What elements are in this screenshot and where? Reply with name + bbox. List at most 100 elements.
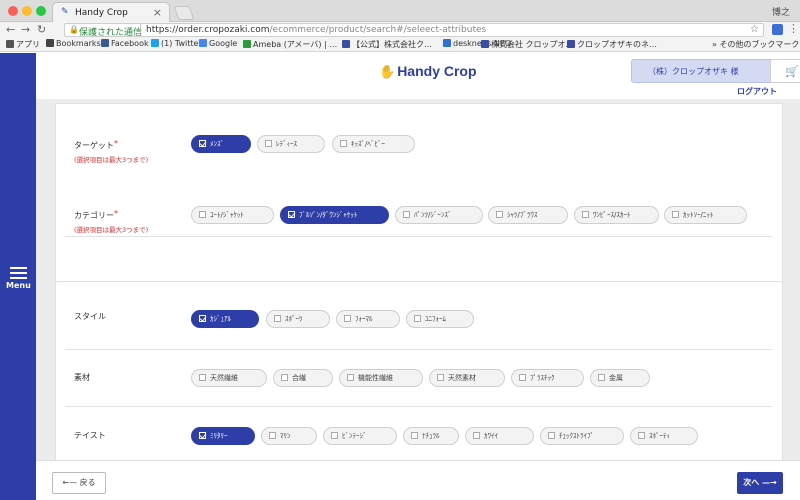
taste-option-chip[interactable]: ﾁｪｯｸｽﾄﾗｲﾌﾟ	[540, 427, 624, 445]
close-window-button[interactable]	[8, 6, 18, 16]
bookmark-item[interactable]: 【公式】株式会社ク…	[342, 39, 432, 50]
material-option-chip[interactable]: ﾌﾟﾗｽﾁｯｸ	[511, 369, 584, 387]
url-text[interactable]: https://order.cropozaki.com/ecommerce/pr…	[146, 25, 486, 35]
material-option-chip[interactable]: 機能性繊維	[339, 369, 423, 387]
logout-link[interactable]: ログアウト	[737, 86, 777, 97]
material-option-chip[interactable]: 合繊	[273, 369, 333, 387]
material-option-chip[interactable]: 天然繊維	[191, 369, 267, 387]
style-label: スタイル	[74, 312, 106, 321]
taste-option-chip[interactable]: ﾅﾁｭﾗﾙ	[403, 427, 459, 445]
checkbox-icon[interactable]	[199, 211, 206, 218]
other-bookmarks[interactable]: » その他のブックマーク	[712, 39, 799, 50]
material-option-chip[interactable]: 金属	[590, 369, 650, 387]
extension-icon[interactable]	[772, 24, 783, 35]
required-mark: *	[114, 139, 118, 148]
bookmark-item[interactable]: Google	[199, 39, 237, 48]
back-arrow-icon[interactable]: ←	[6, 23, 15, 36]
category-option-label: ｶｯﾄｿｰ/ﾆｯﾄ	[683, 211, 714, 219]
maximize-window-button[interactable]	[36, 6, 46, 16]
bookmark-label: Google	[209, 39, 238, 48]
browser-tab[interactable]: ✎ Handy Crop ×	[52, 2, 170, 22]
checkbox-icon[interactable]	[403, 211, 410, 218]
bookmark-star-icon[interactable]: ☆	[750, 24, 759, 35]
checkbox-icon[interactable]	[340, 140, 347, 147]
minimize-window-button[interactable]	[22, 6, 32, 16]
checkbox-icon[interactable]	[496, 211, 503, 218]
company-name-pill[interactable]: （株）クロップオザキ 様	[631, 59, 771, 83]
category-option-chip[interactable]: ﾊﾟﾝﾂ/ｼﾞｰﾝｽﾞ	[395, 206, 483, 224]
browser-user-name[interactable]: 博之	[772, 5, 790, 18]
bookmark-item[interactable]: (1) Twitter	[151, 39, 202, 48]
bookmark-item[interactable]: Facebook	[101, 39, 149, 48]
browser-menu-icon[interactable]: ⋮	[788, 22, 799, 35]
material-option-label: ﾌﾟﾗｽﾁｯｸ	[530, 374, 555, 382]
checkbox-icon[interactable]	[672, 211, 679, 218]
taste-option-chip[interactable]: ﾐﾘﾀﾘｰ	[191, 427, 255, 445]
checkbox-icon[interactable]	[598, 374, 605, 381]
next-button[interactable]: 次へ —→	[737, 472, 783, 494]
checkbox-icon[interactable]	[473, 432, 480, 439]
target-option-chip[interactable]: ﾚﾃﾞｨｰｽ	[257, 135, 325, 153]
bookmark-item[interactable]: 株式会社 クロップオ…	[481, 39, 574, 50]
checkbox-icon[interactable]	[437, 374, 444, 381]
back-button[interactable]: ←— 戻る	[52, 472, 106, 494]
tab-close-icon[interactable]: ×	[153, 6, 162, 19]
taste-option-chip[interactable]: ﾋﾞﾝﾃｰｼﾞ	[323, 427, 397, 445]
checkbox-icon[interactable]	[199, 374, 206, 381]
bookmark-item[interactable]: Bookmarks	[46, 39, 101, 48]
checkbox-icon[interactable]	[269, 432, 276, 439]
taste-option-chip[interactable]: ｽﾎﾟｰﾃｨ	[630, 427, 698, 445]
divider	[65, 349, 772, 350]
reload-icon[interactable]: ↻	[37, 23, 46, 36]
menu-label[interactable]: Menu	[6, 281, 31, 290]
forward-arrow-icon[interactable]: →	[21, 23, 30, 36]
category-option-chip[interactable]: ｼｬﾂ/ﾌﾞﾗｳｽ	[488, 206, 568, 224]
back-arrow-icon: ←—	[62, 478, 80, 487]
checkbox-icon[interactable]	[582, 211, 589, 218]
logo-text: Handy Crop	[397, 63, 477, 79]
checkbox-icon[interactable]	[519, 374, 526, 381]
taste-option-chip[interactable]: ｶﾜｲｲ	[465, 427, 534, 445]
checkbox-icon[interactable]	[411, 432, 418, 439]
checkbox-icon[interactable]	[199, 140, 206, 147]
taste-option-chip[interactable]: ﾏﾘﾝ	[261, 427, 317, 445]
style-option-chip[interactable]: ﾕﾆﾌｫｰﾑ	[406, 310, 474, 328]
checkbox-icon[interactable]	[281, 374, 288, 381]
site-logo[interactable]: ✋ Handy Crop	[379, 63, 477, 80]
address-bar[interactable]: 🔒 保護された通信 | https://order.cropozaki.com/…	[64, 23, 764, 38]
checkbox-icon[interactable]	[347, 374, 354, 381]
bookmarks-bar: » その他のブックマーク アプリ Bookmarks Facebook (1) Twi…	[0, 38, 800, 52]
target-label: ターゲット*	[74, 139, 118, 151]
style-option-chip[interactable]: ﾌｫｰﾏﾙ	[336, 310, 400, 328]
material-option-label: 金属	[609, 374, 623, 382]
category-option-chip[interactable]: ﾜﾝﾋﾟｰｽ/ｽｶｰﾄ	[574, 206, 659, 224]
company-name: （株）クロップオザキ 様	[648, 67, 739, 76]
style-option-chip[interactable]: ｽﾎﾟｰﾂ	[266, 310, 330, 328]
checkbox-icon[interactable]	[331, 432, 338, 439]
checkbox-icon[interactable]	[414, 315, 421, 322]
checkbox-icon[interactable]	[638, 432, 645, 439]
bookmark-item[interactable]: Ameba (アメーバ) | …	[243, 39, 337, 50]
checkbox-icon[interactable]	[199, 432, 206, 439]
target-option-chip[interactable]: ﾒﾝｽﾞ	[191, 135, 251, 153]
checkbox-icon[interactable]	[344, 315, 351, 322]
bookmark-item[interactable]: クロップオザキのネ…	[567, 39, 657, 50]
checkbox-icon[interactable]	[265, 140, 272, 147]
side-menu[interactable]: Menu	[0, 53, 36, 500]
checkbox-icon[interactable]	[274, 315, 281, 322]
category-option-chip[interactable]: ﾌﾞﾙｿﾞﾝ/ﾀﾞｳﾝｼﾞｬｹｯﾄ	[280, 206, 389, 224]
target-option-chip[interactable]: ｷｯｽﾞ/ﾍﾞﾋﾞｰ	[332, 135, 415, 153]
bookmark-label: クロップオザキのネ…	[577, 40, 657, 49]
category-option-chip[interactable]: ｶｯﾄｿｰ/ﾆｯﾄ	[664, 206, 747, 224]
style-option-chip[interactable]: ｶｼﾞｭｱﾙ	[191, 310, 259, 328]
checkbox-icon[interactable]	[288, 211, 295, 218]
bookmark-item[interactable]: アプリ	[6, 39, 40, 50]
cart-button[interactable]: 🛒 0	[770, 59, 800, 83]
bookmark-icon	[443, 39, 451, 47]
category-option-chip[interactable]: ｺｰﾄ/ｼﾞｬｹｯﾄ	[191, 206, 274, 224]
checkbox-icon[interactable]	[548, 432, 555, 439]
new-tab-button[interactable]	[173, 6, 195, 20]
checkbox-icon[interactable]	[199, 315, 206, 322]
hamburger-icon[interactable]	[10, 267, 27, 282]
material-option-chip[interactable]: 天然素材	[429, 369, 505, 387]
